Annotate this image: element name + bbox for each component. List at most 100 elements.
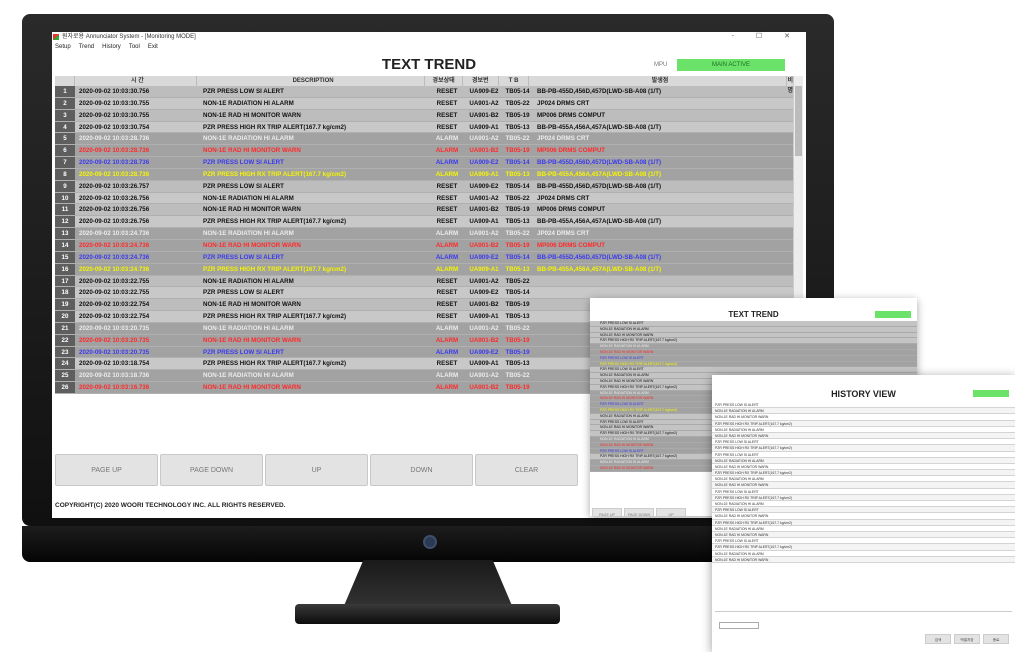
thumb-title: TEXT TREND [728,310,779,319]
window-controls[interactable]: - ☐ ✕ [732,32,800,42]
history-close-button[interactable]: 종료 [983,634,1009,644]
row-tb: TB05-13 [505,360,530,368]
thumb-row-text: PZR PRESS HIGH RX TRIP ALERT(167.7 kg/cm… [600,431,678,436]
clear-button[interactable]: CLEAR [475,454,578,486]
table-row[interactable]: 3 2020-09-02 10:03:30.755 NON-1E RAD HI MO… [55,109,793,122]
row-location: JP024 DRMS CRT [537,135,590,143]
history-row-text: PZR PRESS HIGH RX TRIP ALERT(167.7 kg/cm… [715,520,793,525]
history-row-text: PZR PRESS HIGH RX TRIP ALERT(167.7 kg/cm… [715,421,793,426]
menu-history[interactable]: History [102,42,121,52]
app-icon [53,34,59,40]
row-code: UA901-A2 [469,99,499,107]
table-row[interactable]: 5 2020-09-02 10:03:28.736 NON-1E RADIATION… [55,133,793,146]
row-index: 11 [55,204,75,216]
thumb-row-text: NON-1E RADIATION HI ALARM [600,436,649,441]
row-state: ALARM [435,253,459,261]
col-header-location: 발생점 [529,76,788,86]
table-row[interactable]: 4 2020-09-02 10:03:30.754 PZR PRESS HIGH R… [55,121,793,134]
row-tb: TB05-13 [505,218,530,226]
row-code: UA909-A1 [469,360,499,368]
row-state: RESET [436,360,458,368]
window-title: 원자로용 Annunciator System - [Monitoring MO… [62,34,196,40]
monitor-power-indicator [423,535,437,549]
row-description: NON-1E RAD HI MONITOR WARN [203,206,301,214]
page-up-button[interactable]: PAGE UP [55,454,158,486]
history-row-text: NON-1E RADIATION HI ALARM [715,526,764,531]
menu-tool[interactable]: Tool [129,42,140,52]
thumb-page-down-button[interactable]: PAGE DOWN [624,508,654,516]
menu-bar: Setup Trend History Tool Exit [52,42,806,52]
table-row[interactable]: 10 2020-09-02 10:03:26.756 NON-1E RADIATIO… [55,192,793,205]
page-down-button[interactable]: PAGE DOWN [160,454,263,486]
row-location: BB-PB-455A,456A,457A(LWD-SB-A08 (1/T) [537,218,662,226]
table-row[interactable]: 1 2020-09-02 10:03:30.756 PZR PRESS LOW SI… [55,86,793,98]
table-row[interactable]: 9 2020-09-02 10:03:26.757 PZR PRESS LOW SI… [55,180,793,193]
table-row[interactable]: 17 2020-09-02 10:03:22.755 NON-1E RADIATIO… [55,275,793,288]
menu-exit[interactable]: Exit [148,42,158,52]
row-description: PZR PRESS HIGH RX TRIP ALERT(167.7 kg/cm… [203,218,347,226]
col-header-description: DESCRIPTION [197,76,426,86]
scrollbar-thumb[interactable] [795,86,802,156]
monitor-stand-neck [343,560,513,608]
table-row[interactable]: 11 2020-09-02 10:03:26.756 NON-1E RAD HI M… [55,204,793,217]
table-row[interactable]: 2 2020-09-02 10:03:30.755 NON-1E RADIATION… [55,97,793,110]
table-row[interactable]: 13 2020-09-02 10:03:24.736 NON-1E RADIATIO… [55,228,793,240]
table-row[interactable]: 14 2020-09-02 10:03:24.736 NON-1E RAD HI M… [55,239,793,252]
thumb-page-up-button[interactable]: PAGE UP [592,508,622,516]
menu-setup[interactable]: Setup [55,42,71,52]
table-row[interactable]: 8 2020-09-02 10:03:28.736 PZR PRESS HIGH R… [55,168,793,181]
row-code: UA909-E2 [469,348,499,356]
row-description: PZR PRESS LOW SI ALERT [203,88,284,95]
history-row-text: PZR PRESS LOW SI ALERT [715,403,759,407]
row-code: UA909-A1 [469,265,499,273]
table-row[interactable]: 6 2020-09-02 10:03:28.736 NON-1E RAD HI MO… [55,145,793,158]
history-search-button[interactable]: 검색 [925,634,951,644]
app-header: TEXT TREND MPU MAIN ACTIVE [52,52,806,76]
row-state: RESET [436,194,458,202]
table-row[interactable]: 16 2020-09-02 10:03:24.736 PZR PRESS HIGH … [55,263,793,276]
row-tb: TB05-19 [505,241,530,249]
row-code: UA901-B2 [469,336,499,344]
row-tb: TB05-14 [505,182,530,190]
row-time: 2020-09-02 10:03:28.736 [79,147,150,155]
row-tb: TB05-22 [505,230,530,238]
row-location: MP006 DRMS COMPUT [537,147,606,155]
thumb-up-button[interactable]: UP [656,508,686,516]
row-location: BB-PB-455A,456A,457A(LWD-SB-A08 (1/T) [537,123,662,131]
row-description: NON-1E RAD HI MONITOR WARN [203,111,301,119]
row-location: MP006 DRMS COMPUT [537,206,606,214]
row-state: ALARM [435,170,459,178]
menu-trend[interactable]: Trend [79,42,94,52]
thumb-row-text: NON-1E RAD HI MONITOR WARN [600,349,654,354]
thumb-header: TEXT TREND [590,309,917,321]
row-index: 25 [55,370,75,382]
row-code: UA901-B2 [469,384,499,392]
row-time: 2020-09-02 10:03:22.755 [79,289,150,297]
row-state: ALARM [435,372,459,380]
row-index: 6 [55,145,75,157]
up-button[interactable]: UP [265,454,368,486]
row-time: 2020-09-02 10:03:30.754 [79,123,150,131]
row-location [533,276,793,287]
row-state: RESET [436,218,458,226]
row-state: RESET [436,289,458,297]
row-code: UA909-E2 [469,182,499,190]
row-time: 2020-09-02 10:03:16.736 [79,384,150,392]
down-button[interactable]: DOWN [370,454,473,486]
history-row-text: PZR PRESS LOW SI ALERT [715,440,759,445]
thumb-row-text: NON-1E RADIATION HI ALARM [600,413,649,418]
mpu-label: MPU [654,62,668,68]
thumb-row-text: PZR PRESS LOW SI ALERT [600,321,644,325]
thumb-row-text: NON-1E RAD HI MONITOR WARN [600,378,654,383]
row-index: 26 [55,382,75,393]
row-state: RESET [436,99,458,107]
history-filter-input[interactable] [719,622,759,629]
row-state: ALARM [435,384,459,392]
table-row[interactable]: 15 2020-09-02 10:03:24.736 PZR PRESS LOW S… [55,251,793,264]
row-state: RESET [436,206,458,214]
table-row[interactable]: 7 2020-09-02 10:03:28.736 PZR PRESS LOW SI… [55,157,793,169]
row-index: 15 [55,251,75,263]
history-excel-button[interactable]: 엑셀저장 [954,634,980,644]
history-table: PZR PRESS LOW SI ALERT NON-1E RADIATION H… [712,402,1015,563]
table-row[interactable]: 12 2020-09-02 10:03:26.756 PZR PRESS HIGH … [55,216,793,229]
